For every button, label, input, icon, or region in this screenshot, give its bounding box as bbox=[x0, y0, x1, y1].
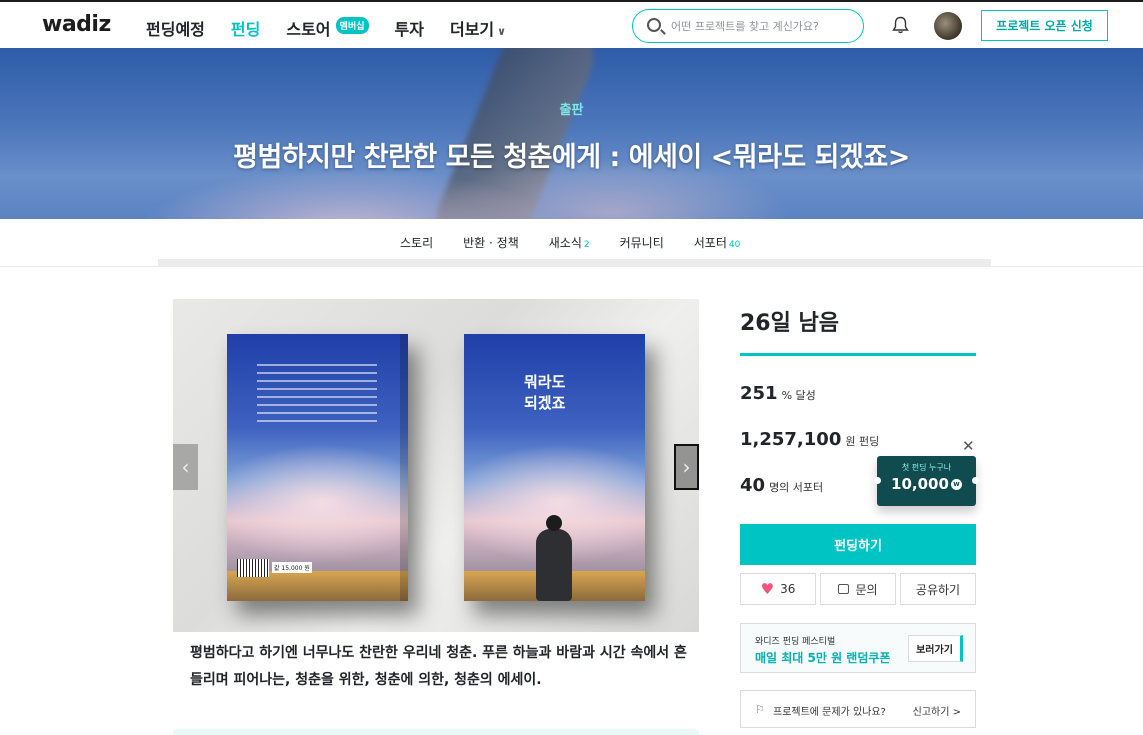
barcode-icon bbox=[237, 559, 269, 577]
carousel-prev-button[interactable]: ‹ bbox=[173, 444, 198, 490]
amount-value: 1,257,100 bbox=[740, 429, 842, 450]
wadiz-logo[interactable]: wadiz bbox=[42, 12, 111, 37]
tab-supporters[interactable]: 서포터 40 bbox=[694, 234, 741, 251]
project-hero: 출판 평범하지만 찬란한 모든 청춘에게 : 에세이 <뭐라도 되겠죠> bbox=[0, 48, 1143, 219]
main-nav: 펀딩예정 펀딩 스토어 멤버십 투자 더보기 ∨ bbox=[146, 16, 506, 40]
nav-more[interactable]: 더보기 ∨ bbox=[450, 16, 506, 40]
book-back-text bbox=[257, 364, 377, 428]
like-button[interactable]: ♥ 36 bbox=[740, 573, 816, 605]
project-title: 평범하지만 찬란한 모든 청춘에게 : 에세이 <뭐라도 되겠죠> bbox=[233, 142, 910, 173]
share-label: 공유하기 bbox=[915, 582, 961, 597]
tab-count: 40 bbox=[728, 240, 741, 250]
nav-store[interactable]: 스토어 멤버십 bbox=[286, 16, 369, 40]
first-funding-coupon[interactable]: 첫 펀딩 누구나 10,000 w bbox=[874, 456, 979, 506]
like-count: 36 bbox=[780, 582, 796, 596]
funded-amount: 1,257,100 원 펀딩 bbox=[740, 429, 879, 450]
book-spine bbox=[400, 334, 408, 601]
tab-story[interactable]: 스토리 bbox=[400, 234, 433, 251]
project-image-carousel[interactable]: 값 15,000 원 뭐라도 되겠죠 bbox=[173, 299, 699, 632]
supporter-count: 40 명의 서포터 bbox=[740, 475, 823, 496]
report-text: 프로젝트에 문제가 있나요? bbox=[773, 707, 886, 718]
achievement-rate: 251% 달성 bbox=[740, 383, 816, 404]
fund-button[interactable]: 펀딩하기 bbox=[740, 524, 976, 565]
supporter-unit: 명의 서포터 bbox=[769, 481, 824, 494]
tab-label: 서포터 bbox=[693, 236, 727, 250]
achievement-value: 251 bbox=[740, 383, 778, 404]
nav-invest[interactable]: 투자 bbox=[395, 16, 424, 40]
nav-upcoming[interactable]: 펀딩예정 bbox=[146, 16, 205, 40]
won-icon: w bbox=[950, 479, 962, 490]
progress-bar bbox=[740, 353, 976, 356]
coupon-label: 첫 펀딩 누구나 bbox=[901, 463, 952, 472]
carousel-next-button[interactable]: › bbox=[674, 444, 699, 490]
tab-label: 반환 · 정책 bbox=[463, 236, 519, 250]
chevron-left-icon: ‹ bbox=[181, 455, 190, 479]
book-price: 값 15,000 원 bbox=[272, 562, 312, 573]
close-icon[interactable]: ✕ bbox=[962, 437, 975, 455]
coupon-amount: 10,000 w bbox=[877, 475, 976, 493]
tab-label: 스토리 bbox=[400, 236, 434, 250]
chat-icon bbox=[838, 584, 850, 594]
report-box: ⚐ 프로젝트에 문제가 있나요? 신고하기 > bbox=[740, 690, 976, 728]
book-figure bbox=[536, 515, 572, 601]
nav-more-label: 더보기 bbox=[449, 20, 495, 39]
festival-banner[interactable]: 와디즈 펀딩 페스티벌 매일 최대 5만 원 랜덤쿠폰 보러가기 bbox=[740, 623, 976, 673]
tab-news[interactable]: 새소식 2 bbox=[549, 234, 590, 251]
info-box bbox=[173, 729, 699, 735]
nav-store-label: 스토어 bbox=[286, 20, 331, 39]
tab-community[interactable]: 커뮤니티 bbox=[620, 234, 664, 251]
book-front-cover: 뭐라도 되겠죠 bbox=[464, 334, 645, 601]
coupon-amount-value: 10,000 bbox=[891, 475, 949, 493]
tab-policy[interactable]: 반환 · 정책 bbox=[463, 234, 519, 251]
chevron-down-icon: ∨ bbox=[497, 25, 507, 38]
search-icon bbox=[647, 18, 661, 32]
festival-subtitle: 매일 최대 5만 원 랜덤쿠폰 bbox=[755, 651, 891, 665]
tab-list: 스토리 반환 · 정책 새소식 2 커뮤니티 서포터 40 bbox=[400, 234, 740, 251]
project-intro: 평범하다고 하기엔 너무나도 찬란한 우리네 청춘. 푸른 하늘과 바람과 시간… bbox=[190, 645, 687, 688]
nav-funding[interactable]: 펀딩 bbox=[231, 16, 260, 40]
open-project-button[interactable]: 프로젝트 오픈 신청 bbox=[981, 10, 1108, 41]
achievement-unit: % 달성 bbox=[781, 389, 816, 402]
tab-label: 새소식 bbox=[548, 236, 582, 250]
tabs-scroll-strip bbox=[158, 259, 991, 267]
user-avatar[interactable] bbox=[934, 12, 962, 40]
global-header: wadiz 펀딩예정 펀딩 스토어 멤버십 투자 더보기∨ 프로젝트 오픈 신청 bbox=[0, 2, 1143, 48]
days-remaining: 26일 남음 bbox=[740, 311, 839, 336]
festival-view-button[interactable]: 보러가기 bbox=[908, 635, 963, 662]
book-cloud bbox=[227, 444, 408, 564]
membership-badge: 멤버십 bbox=[335, 17, 369, 34]
festival-title: 와디즈 펀딩 페스티벌 bbox=[755, 637, 836, 647]
tab-label: 커뮤니티 bbox=[619, 236, 664, 250]
search-input[interactable] bbox=[671, 17, 856, 35]
report-link[interactable]: 신고하기 > bbox=[913, 703, 961, 718]
search-box[interactable] bbox=[632, 9, 864, 43]
tab-count: 2 bbox=[583, 240, 590, 250]
inquiry-button[interactable]: 문의 bbox=[820, 573, 896, 605]
book-cover-title: 뭐라도 되겠죠 bbox=[524, 373, 566, 412]
share-button[interactable]: 공유하기 bbox=[900, 573, 976, 605]
supporter-value: 40 bbox=[740, 475, 766, 496]
project-category[interactable]: 출판 bbox=[0, 99, 1143, 118]
alert-icon: ⚐ bbox=[755, 703, 765, 716]
chevron-right-icon: › bbox=[682, 455, 691, 479]
book-back-cover: 값 15,000 원 bbox=[227, 334, 408, 601]
bell-icon[interactable] bbox=[892, 16, 909, 34]
heart-icon: ♥ bbox=[760, 580, 775, 598]
amount-unit: 원 펀딩 bbox=[845, 435, 880, 448]
inquiry-label: 문의 bbox=[855, 582, 878, 597]
